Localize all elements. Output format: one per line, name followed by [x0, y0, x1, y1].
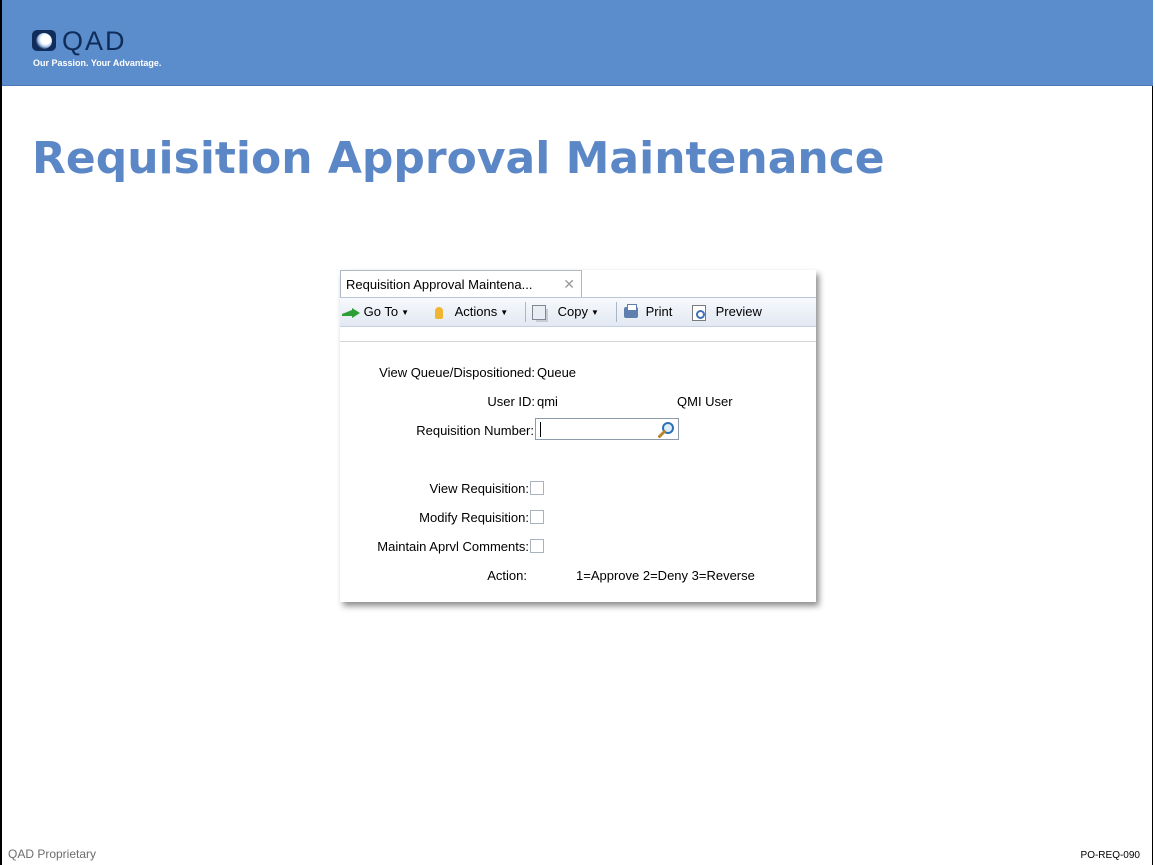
- preview-label: Preview: [715, 304, 762, 319]
- copy-label: Copy: [557, 304, 588, 319]
- actions-label: Actions: [454, 304, 498, 319]
- toolbar-separator: [616, 302, 617, 322]
- user-name-value: QMI User: [677, 394, 733, 409]
- maintain-comments-label: Maintain Aprvl Comments:: [377, 539, 529, 554]
- page-title: Requisition Approval Maintenance: [32, 133, 885, 184]
- footer-proprietary: QAD Proprietary: [8, 847, 97, 861]
- view-queue-label: View Queue/Dispositioned:: [379, 365, 535, 380]
- qad-logo-icon: [32, 30, 56, 51]
- toolbar-separator: [525, 302, 526, 322]
- form-divider: [340, 341, 816, 342]
- print-label: Print: [645, 304, 673, 319]
- header-band: QAD Our Passion. Your Advantage.: [2, 0, 1153, 86]
- view-requisition-label: View Requisition:: [429, 481, 529, 496]
- action-value: 1=Approve 2=Deny 3=Reverse: [576, 568, 755, 583]
- maintain-comments-checkbox[interactable]: [530, 539, 544, 553]
- action-label: Action:: [487, 568, 527, 583]
- requisition-number-label: Requisition Number:: [416, 423, 534, 438]
- printer-icon: [624, 304, 638, 319]
- logo-tagline: Our Passion. Your Advantage.: [33, 58, 162, 68]
- goto-label: Go To: [363, 304, 399, 319]
- chevron-down-icon: ▼: [401, 307, 409, 317]
- tab-requisition-approval[interactable]: Requisition Approval Maintena... ✕: [340, 270, 582, 297]
- preview-button[interactable]: Preview: [692, 298, 762, 326]
- chevron-down-icon: ▼: [500, 307, 509, 317]
- qad-logo: QAD Our Passion. Your Advantage.: [32, 26, 192, 78]
- print-button[interactable]: Print: [624, 298, 672, 326]
- copy-button[interactable]: Copy ▼: [532, 298, 599, 326]
- preview-icon: [692, 304, 706, 321]
- lightbulb-icon: [435, 306, 443, 319]
- app-window: Requisition Approval Maintena... ✕ Go To…: [340, 270, 816, 602]
- copy-icon: [532, 305, 546, 321]
- actions-button[interactable]: Actions ▼: [435, 298, 508, 326]
- view-queue-value: Queue: [537, 365, 577, 380]
- user-id-value: qmi: [537, 394, 558, 409]
- close-icon[interactable]: ✕: [563, 271, 575, 298]
- view-requisition-checkbox[interactable]: [530, 481, 544, 495]
- chevron-down-icon: ▼: [590, 307, 599, 317]
- search-icon[interactable]: [658, 421, 675, 438]
- modify-requisition-checkbox[interactable]: [530, 510, 544, 524]
- text-cursor: [540, 422, 541, 437]
- requisition-number-input[interactable]: [535, 418, 679, 440]
- user-id-label: User ID:: [487, 394, 535, 409]
- tab-label: Requisition Approval Maintena...: [346, 277, 533, 292]
- modify-requisition-label: Modify Requisition:: [419, 510, 529, 525]
- logo-text: QAD: [62, 26, 127, 56]
- goto-button[interactable]: Go To ▼: [342, 298, 409, 326]
- footer-code: PO-REQ-090: [1080, 850, 1140, 861]
- tab-strip: Requisition Approval Maintena... ✕: [340, 270, 816, 298]
- go-to-arrow-icon: [342, 307, 360, 318]
- toolbar: Go To ▼ Actions ▼ Copy ▼ Print Preview: [340, 298, 816, 327]
